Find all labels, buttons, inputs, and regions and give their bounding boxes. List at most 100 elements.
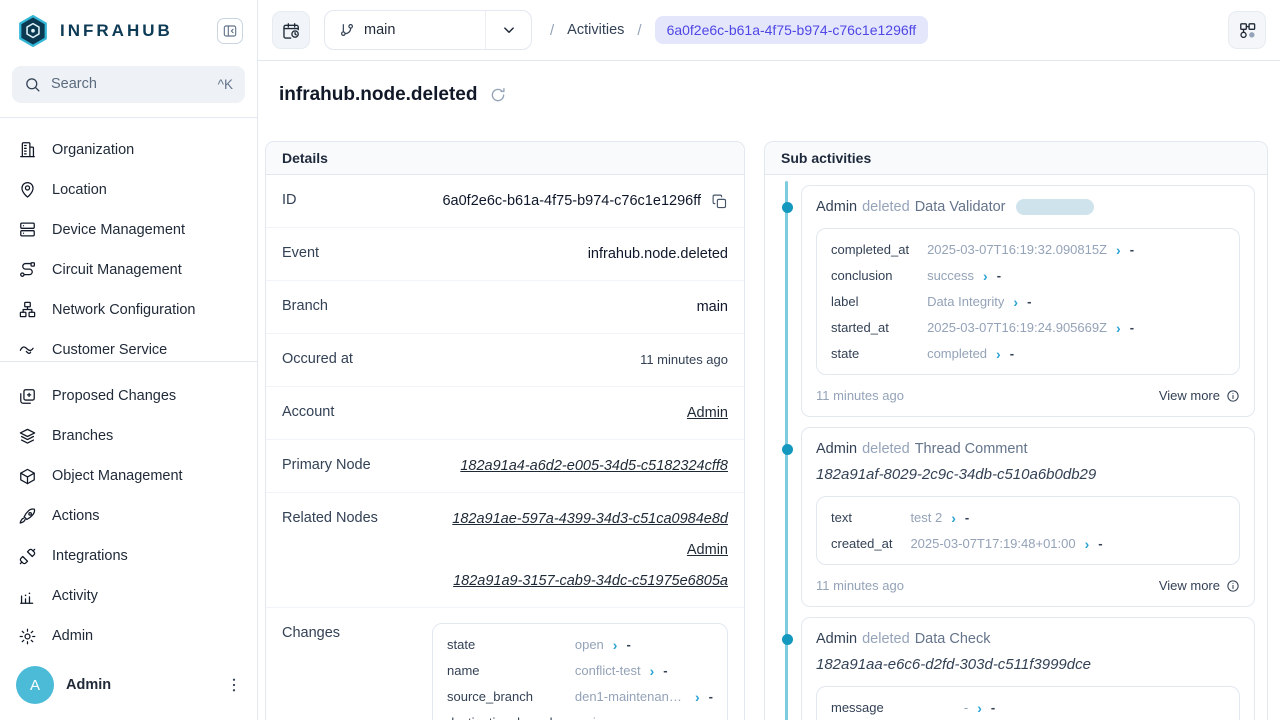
change-key: text [831,509,892,526]
node-link[interactable]: 182a91a4-a6d2-e005-34d5-c5182324cff8 [460,458,728,474]
node-link[interactable]: Admin [687,539,728,561]
change-new-value: - [1010,345,1014,362]
logo-text: INFRAHUB [60,21,173,41]
change-old-value: test 2 [910,509,942,526]
detail-label: ID [282,190,432,208]
sidebar-item-location[interactable]: Location [0,170,257,210]
chevron-right-icon: › [996,347,1001,361]
change-old-value: Data Integrity [927,293,1004,310]
search-icon [24,76,41,93]
activity-time: 11 minutes ago [816,578,904,593]
sidebar-item-integrations[interactable]: Integrations [0,536,257,576]
change-value: main›- [575,714,713,720]
sidebar: INFRAHUB Search ^K OrganizationLocationD… [0,0,258,720]
branch-selector-chevron[interactable] [485,11,531,49]
change-new-value: - [1130,319,1134,336]
timeline-dot-icon [782,202,793,213]
breadcrumb-entity-id[interactable]: 6a0f2e6c-b61a-4f75-b974-c76c1e1296ff [655,16,929,44]
sub-activity-title: AdmindeletedData Validator [816,199,1240,215]
sidebar-item-label: Network Configuration [52,302,195,318]
copy-button[interactable] [711,193,728,210]
sidebar-item-admin[interactable]: Admin [0,616,257,656]
sidebar-item-proposed-changes[interactable]: Proposed Changes [0,376,257,416]
sidebar-item-label: Branches [52,428,113,444]
detail-row: Eventinfrahub.node.deleted [266,228,744,281]
sidebar-menu-primary: OrganizationLocationDevice ManagementCir… [0,117,257,362]
change-value: Data Integrity›- [927,293,1225,310]
account-link[interactable]: Admin [687,405,728,421]
refresh-button[interactable] [489,86,507,104]
activity-actor: Admin [816,199,857,215]
user-menu[interactable]: A Admin [0,656,257,720]
breadcrumb-separator: / [637,22,641,39]
sidebar-item-customer-service[interactable]: Customer Service [0,330,257,362]
sidebar-collapse-button[interactable] [217,18,243,44]
change-new-value: - [1130,241,1134,258]
detail-value: 6a0f2e6c-b61a-4f75-b974-c76c1e1296ff [432,190,728,212]
schema-button[interactable] [1228,11,1266,49]
timeline-cards: AdmindeletedData Validatorcompleted_at20… [801,185,1255,720]
timeline-dot-icon [782,444,793,455]
change-value: completed ›- [927,345,1225,362]
change-key: name [447,662,557,679]
detail-row: Primary Node182a91a4-a6d2-e005-34d5-c518… [266,440,744,493]
sidebar-item-actions[interactable]: Actions [0,496,257,536]
detail-label: Related Nodes [282,508,432,526]
kebab-menu-icon[interactable] [225,676,243,694]
detail-row: ID6a0f2e6c-b61a-4f75-b974-c76c1e1296ff [266,175,744,228]
change-value: success›- [927,267,1225,284]
search-shortcut: ^K [218,77,233,92]
sidebar-item-network-configuration[interactable]: Network Configuration [0,290,257,330]
change-value: 2025-03-07T17:19:48+01:00›- [910,535,1225,552]
layers-icon [18,427,38,446]
activity-actor: Admin [816,441,857,457]
building-icon [18,140,38,159]
sidebar-item-activity[interactable]: Activity [0,576,257,616]
sidebar-item-organization[interactable]: Organization [0,130,257,170]
loading-skeleton [1016,199,1094,215]
sidebar-item-circuit-management[interactable]: Circuit Management [0,250,257,290]
sidebar-menu-secondary: Proposed Changes Branches Object Managemen… [0,362,257,656]
activity-action: deleted [862,199,910,215]
activity-object: Data Check [915,631,991,647]
breadcrumb-activities-link[interactable]: Activities [567,22,624,38]
detail-value: infrahub.node.deleted [432,243,728,265]
schema-icon [1238,21,1257,40]
node-link[interactable]: 182a91ae-597a-4399-34d3-c51ca0984e8d [452,508,728,530]
change-old-value: success [927,267,974,284]
time-travel-button[interactable] [272,11,310,49]
sub-activity-title: AdmindeletedData Check [816,631,1240,647]
node-link[interactable]: 182a91a9-3157-cab9-34dc-c51975e6805a [453,570,728,592]
change-old-value: main [575,714,603,720]
chevron-right-icon: › [613,638,618,652]
chevron-right-icon: › [983,269,988,283]
cube-icon [18,467,38,486]
view-more-button[interactable]: View more [1159,578,1240,593]
branch-selector[interactable]: main [324,10,532,50]
change-key: conclusion [831,267,909,284]
route-icon [18,260,38,279]
sidebar-item-object-management[interactable]: Object Management [0,456,257,496]
change-value: open ›- [575,636,713,653]
sidebar-item-branches[interactable]: Branches [0,416,257,456]
view-more-button[interactable]: View more [1159,388,1240,403]
sidebar-item-device-management[interactable]: Device Management [0,210,257,250]
network-icon [18,300,38,319]
search-input[interactable]: Search ^K [12,66,245,103]
change-new-value: - [991,699,995,716]
change-old-value: completed [927,345,987,362]
sub-activities-timeline: AdmindeletedData Validatorcompleted_at20… [765,175,1267,720]
change-old-value: open [575,636,604,653]
card-footer: 11 minutes ago View more [816,388,1240,403]
activity-object: Thread Comment [915,441,1028,457]
change-key: started_at [831,319,909,336]
detail-label: Changes [282,623,432,641]
change-new-value: - [626,636,630,653]
plug-icon [18,547,38,566]
detail-value: 182a91ae-597a-4399-34d3-c51ca0984e8d Admi… [432,508,728,592]
change-value: 2025-03-07T16:19:32.090815Z›- [927,241,1225,258]
branch-name: main [364,22,395,38]
activity-time: 11 minutes ago [816,388,904,403]
chevron-right-icon: › [695,690,700,704]
change-old-value: 2025-03-07T16:19:32.090815Z [927,241,1107,258]
